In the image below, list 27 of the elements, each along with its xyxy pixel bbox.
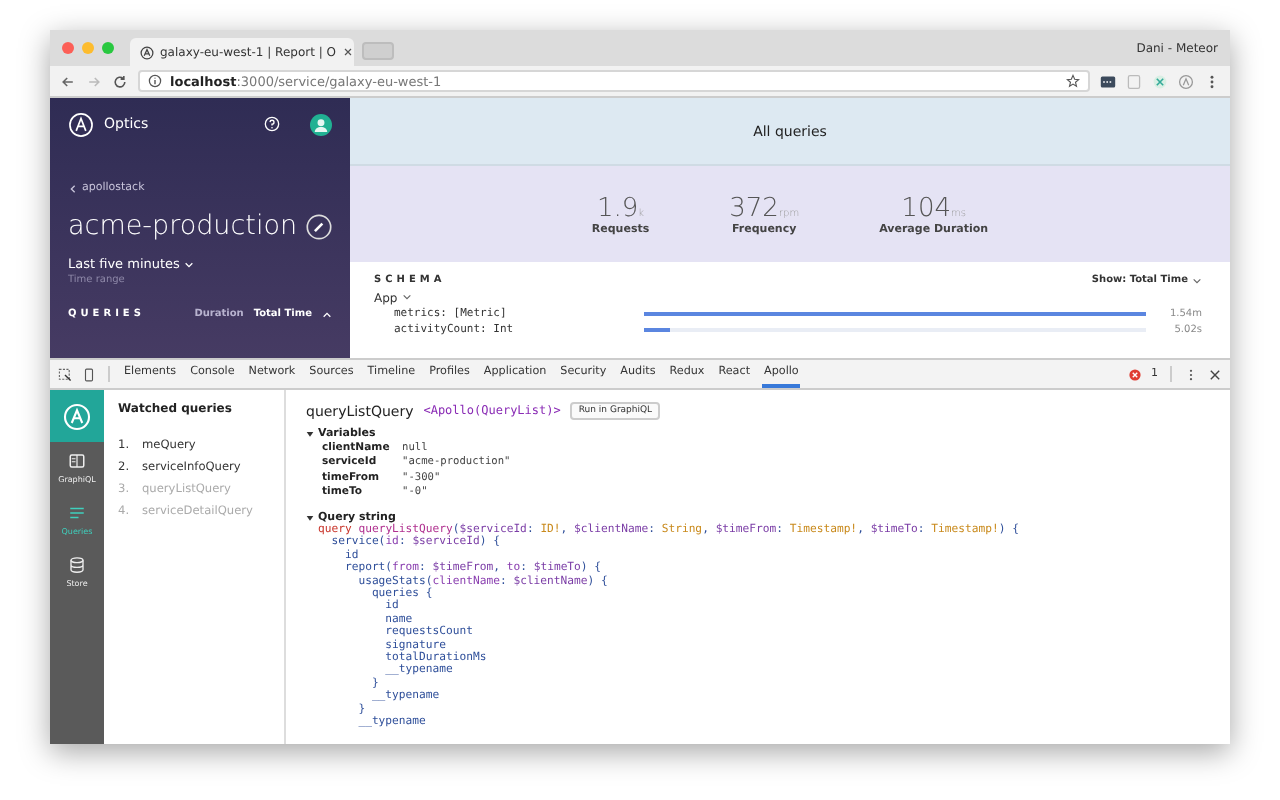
info-icon[interactable] <box>148 74 162 88</box>
list-icon <box>68 504 86 522</box>
menu-icon[interactable] <box>1184 367 1198 381</box>
chevron-down-icon[interactable] <box>401 291 412 301</box>
back-icon[interactable] <box>60 73 76 89</box>
extension-icon[interactable] <box>1100 73 1116 89</box>
triangle-down-icon[interactable] <box>306 430 314 438</box>
reload-icon[interactable] <box>112 73 128 89</box>
inspect-icon[interactable] <box>58 367 72 381</box>
logo-icon <box>68 111 94 137</box>
book-icon <box>68 452 86 470</box>
chevron-up-icon[interactable] <box>322 309 332 319</box>
triangle-down-icon[interactable] <box>306 514 314 522</box>
device-icon[interactable] <box>82 367 96 381</box>
edit-icon[interactable] <box>306 213 332 239</box>
database-icon <box>68 556 86 574</box>
close-icon[interactable] <box>1208 367 1222 381</box>
error-icon[interactable] <box>1127 367 1141 381</box>
chevron-down-icon[interactable] <box>1192 275 1202 285</box>
help-icon[interactable] <box>264 116 280 132</box>
service-name: acme-production <box>68 210 298 242</box>
logo-icon <box>140 45 154 59</box>
avatar-icon[interactable] <box>310 113 332 135</box>
star-icon[interactable] <box>1066 74 1080 88</box>
logo-icon <box>62 401 92 431</box>
close-icon[interactable] <box>342 46 354 58</box>
chevron-left-icon[interactable] <box>68 183 78 193</box>
